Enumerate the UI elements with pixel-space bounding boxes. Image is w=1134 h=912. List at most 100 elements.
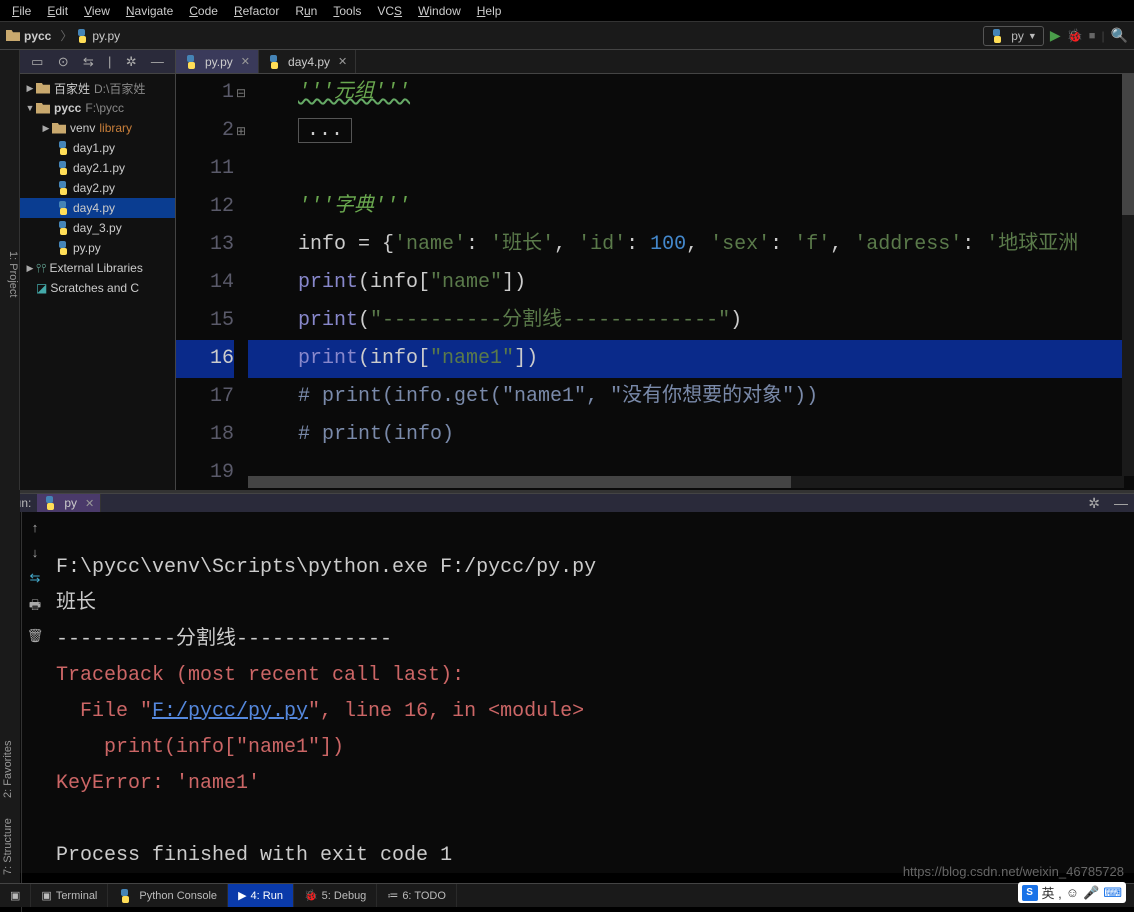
tree-external-libs[interactable]: ▶⫯⫯ External Libraries [20, 258, 175, 278]
menu-help[interactable]: Help [469, 4, 510, 18]
fold-icon[interactable]: ⊞ [236, 124, 246, 139]
vertical-scrollbar[interactable] [1122, 74, 1134, 476]
horizontal-scrollbar[interactable] [248, 476, 1124, 488]
tab-day4[interactable]: day4.py ✕ [259, 50, 356, 73]
close-tab-icon[interactable]: ✕ [85, 497, 94, 510]
sidebar-tab-structure[interactable]: 7: Structure [2, 818, 18, 875]
debug-button[interactable]: 🐞 [1067, 28, 1083, 44]
breadcrumb-project[interactable]: pycc [24, 29, 51, 43]
divider: | [1101, 29, 1104, 43]
main-area: 1: Project ▭ ⊙ ⇆ | ✲ — ▶ 百家姓 D:\百家姓 ▼ py… [0, 50, 1134, 490]
python-file-icon [267, 55, 281, 69]
project-view-icon[interactable]: ▭ [31, 54, 43, 70]
down-icon[interactable]: ↓ [32, 545, 39, 560]
run-tab[interactable]: py ✕ [37, 494, 101, 512]
wrap-icon[interactable]: ⇆ [30, 570, 41, 586]
tree-file[interactable]: day2.1.py [20, 158, 175, 178]
run-button[interactable]: ▶ [1050, 27, 1061, 44]
console-output[interactable]: F:\pycc\venv\Scripts\python.exe F:/pycc/… [48, 512, 1134, 912]
run-config-name: py [1011, 29, 1024, 43]
menu-navigate[interactable]: Navigate [118, 4, 181, 18]
sidebar-tab-project[interactable]: 1: Project [7, 251, 19, 297]
chevron-down-icon: ▼ [1028, 31, 1037, 41]
code-line[interactable]: info = {'name': '班长', 'id': 100, 'sex': … [248, 226, 1134, 264]
breadcrumb-sep: 〉 [60, 27, 72, 44]
close-tab-icon[interactable]: ✕ [338, 55, 347, 68]
status-todo[interactable]: ≔6: TODO [377, 884, 457, 907]
tree-folder[interactable]: ▶ 百家姓 D:\百家姓 [20, 78, 175, 98]
editor-tabs: py.py ✕ day4.py ✕ [176, 50, 1134, 74]
up-icon[interactable]: ↑ [32, 520, 39, 535]
stop-button[interactable]: ■ [1089, 30, 1096, 42]
status-debug[interactable]: 🐞5: Debug [294, 884, 377, 907]
keyboard-icon[interactable]: ⌨ [1103, 885, 1122, 901]
console-line: F:\pycc\venv\Scripts\python.exe F:/pycc/… [56, 556, 596, 579]
code-line[interactable]: ... [248, 112, 1134, 150]
settings-icon[interactable]: ✲ [1088, 495, 1100, 512]
status-terminal[interactable]: ▣Terminal [31, 884, 108, 907]
close-tab-icon[interactable]: ✕ [241, 55, 250, 68]
console-line: 班长 [56, 592, 96, 615]
select-opened-icon[interactable]: ⊙ [58, 54, 69, 70]
tree-file[interactable]: day2.py [20, 178, 175, 198]
folder-icon [6, 30, 20, 41]
code-content[interactable]: ⊟ ⊞ '''元组''' ... '''字典''' info = {'name'… [248, 74, 1134, 490]
code-line[interactable]: # print(info) [248, 416, 1134, 454]
error-file-link[interactable]: F:/pycc/py.py [152, 700, 308, 723]
tool-window-button[interactable]: ▣ [0, 884, 31, 907]
code-line[interactable] [248, 150, 1134, 188]
run-config-selector[interactable]: py ▼ [983, 26, 1044, 46]
python-file-icon [184, 55, 198, 69]
tree-file-selected[interactable]: day4.py [20, 198, 175, 218]
print-icon[interactable]: 🖶 [29, 596, 41, 618]
delete-icon[interactable]: 🗑 [27, 628, 44, 644]
menu-window[interactable]: Window [410, 4, 469, 18]
tab-py[interactable]: py.py ✕ [176, 50, 259, 73]
search-button[interactable]: 🔍 [1111, 27, 1128, 44]
left-tool-stripe[interactable]: 1: Project [0, 50, 20, 490]
tree-file[interactable]: py.py [20, 238, 175, 258]
menu-bar: File Edit View Navigate Code Refactor Ru… [0, 0, 1134, 22]
code-line[interactable]: # print(info.get("name1", "没有你想要的对象")) [248, 378, 1134, 416]
console-exit: Process finished with exit code 1 [56, 844, 452, 867]
collapse-icon[interactable]: ⇆ [83, 54, 94, 70]
menu-tools[interactable]: Tools [325, 4, 369, 18]
code-line[interactable]: print("----------分割线-------------") [248, 302, 1134, 340]
code-line[interactable]: print(info["name"]) [248, 264, 1134, 302]
status-python-console[interactable]: Python Console [108, 884, 228, 907]
code-line[interactable]: '''字典''' [248, 188, 1134, 226]
hide-icon[interactable]: — [151, 54, 164, 69]
emoji-icon[interactable]: ☺ [1066, 885, 1079, 900]
tree-project-root[interactable]: ▼ pycc F:\pycc [20, 98, 175, 118]
settings-icon[interactable]: ✲ [126, 54, 137, 70]
menu-refactor[interactable]: Refactor [226, 4, 287, 18]
hide-icon[interactable]: — [1114, 495, 1128, 511]
menu-view[interactable]: View [76, 4, 118, 18]
run-panel: Run: py ✕ ✲ — ▶ ■ ▤ 📌 ↑ ↓ ⇆ 🖶 🗑 F:\pycc\… [0, 493, 1134, 873]
code-line-highlighted[interactable]: print(info["name1"]) [248, 340, 1134, 378]
menu-edit[interactable]: Edit [39, 4, 76, 18]
menu-code[interactable]: Code [181, 4, 226, 18]
menu-vcs[interactable]: VCS [369, 4, 410, 18]
editor-area: py.py ✕ day4.py ✕ 1 2 11 12 13 14 15 16 … [176, 50, 1134, 490]
divider: | [108, 54, 111, 69]
mic-icon[interactable]: 🎤 [1083, 885, 1099, 901]
python-file-icon [75, 29, 89, 43]
console-error: print(info["name1"]) [56, 736, 344, 759]
tree-venv[interactable]: ▶ venv library [20, 118, 175, 138]
tree-file[interactable]: day1.py [20, 138, 175, 158]
fold-icon[interactable]: ⊟ [236, 86, 246, 101]
tree-file[interactable]: day_3.py [20, 218, 175, 238]
code-editor[interactable]: 1 2 11 12 13 14 15 16 17 18 19 ⊟ ⊞ '''元组… [176, 74, 1134, 490]
menu-run[interactable]: Run [287, 4, 325, 18]
run-actions-right: ↑ ↓ ⇆ 🖶 🗑 [22, 512, 48, 912]
ime-indicator[interactable]: S 英 , ☺ 🎤 ⌨ [1018, 882, 1126, 903]
project-tree: ▶ 百家姓 D:\百家姓 ▼ pycc F:\pycc ▶ venv libra… [20, 74, 175, 490]
status-run[interactable]: ▶4: Run [228, 884, 294, 907]
breadcrumb-file[interactable]: py.py [92, 29, 120, 43]
code-line[interactable]: '''元组''' [248, 74, 1134, 112]
menu-file[interactable]: File [4, 4, 39, 18]
project-sidebar: ▭ ⊙ ⇆ | ✲ — ▶ 百家姓 D:\百家姓 ▼ pycc F:\pycc … [20, 50, 176, 490]
sidebar-tab-favorites[interactable]: 2: Favorites [2, 741, 18, 798]
tree-scratches[interactable]: ◪ Scratches and C [20, 278, 175, 298]
